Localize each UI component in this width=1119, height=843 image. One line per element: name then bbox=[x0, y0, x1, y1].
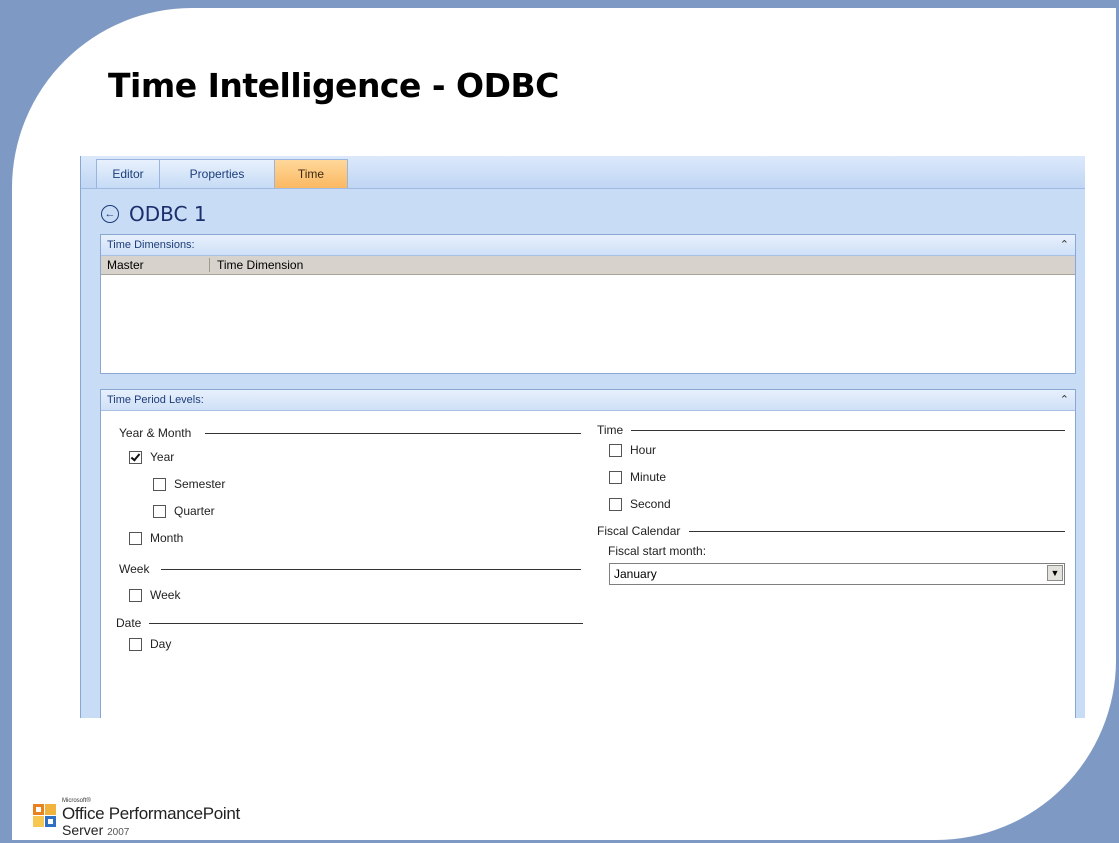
fiscal-calendar-group-label: Fiscal Calendar bbox=[597, 524, 681, 538]
day-checkbox[interactable] bbox=[129, 637, 142, 651]
group-divider bbox=[161, 569, 581, 570]
quarter-checkbox[interactable] bbox=[153, 504, 166, 518]
fiscal-start-month-select[interactable]: January ▼ bbox=[609, 563, 1065, 585]
fiscal-start-month-label: Fiscal start month: bbox=[608, 544, 707, 558]
week-label: Week bbox=[150, 588, 181, 602]
tab-properties[interactable]: Properties bbox=[159, 159, 275, 188]
back-arrow-icon[interactable]: ← bbox=[101, 205, 119, 223]
minute-option[interactable]: Minute bbox=[609, 470, 666, 484]
time-dimensions-header: Time Dimensions: ⌃ bbox=[101, 235, 1075, 256]
month-option[interactable]: Month bbox=[129, 531, 183, 545]
logo-product-text: Office PerformancePoint bbox=[62, 804, 240, 823]
year-label: Year bbox=[150, 450, 175, 464]
month-checkbox[interactable] bbox=[129, 531, 142, 545]
hour-label: Hour bbox=[630, 443, 657, 457]
logo-edition-text: Server bbox=[62, 822, 104, 838]
column-separator bbox=[209, 258, 210, 272]
year-checkbox[interactable] bbox=[129, 450, 142, 464]
year-option[interactable]: Year bbox=[129, 450, 174, 464]
office-logo-icon bbox=[33, 804, 56, 827]
second-option[interactable]: Second bbox=[609, 497, 671, 511]
semester-label: Semester bbox=[174, 477, 226, 491]
group-divider bbox=[149, 623, 583, 624]
column-time-dimension[interactable]: Time Dimension bbox=[217, 256, 303, 274]
logo-edition: Server 2007 bbox=[62, 822, 129, 838]
time-group-label: Time bbox=[597, 423, 624, 437]
hour-option[interactable]: Hour bbox=[609, 443, 656, 457]
group-divider bbox=[631, 430, 1065, 431]
second-label: Second bbox=[630, 497, 671, 511]
fiscal-start-month-value: January bbox=[614, 567, 657, 581]
slide: Time Intelligence - ODBC Editor Properti… bbox=[12, 8, 1116, 840]
month-label: Month bbox=[150, 531, 184, 545]
second-checkbox[interactable] bbox=[609, 497, 622, 511]
semester-option[interactable]: Semester bbox=[153, 477, 225, 491]
hour-checkbox[interactable] bbox=[609, 443, 622, 457]
slide-title: Time Intelligence - ODBC bbox=[108, 66, 559, 105]
time-dimensions-title: Time Dimensions: bbox=[107, 239, 195, 251]
object-name: ODBC 1 bbox=[129, 202, 207, 226]
dropdown-arrow-icon[interactable]: ▼ bbox=[1047, 565, 1063, 581]
day-option[interactable]: Day bbox=[129, 637, 171, 651]
column-master[interactable]: Master bbox=[107, 256, 144, 274]
minute-label: Minute bbox=[630, 470, 667, 484]
logo-year-text: 2007 bbox=[107, 827, 130, 838]
quarter-option[interactable]: Quarter bbox=[153, 504, 215, 518]
date-group-label: Date bbox=[116, 616, 142, 630]
tab-bar: Editor Properties Time bbox=[81, 156, 1085, 189]
year-month-group-label: Year & Month bbox=[119, 426, 192, 440]
time-dimensions-panel: Time Dimensions: ⌃ Master Time Dimension bbox=[100, 234, 1076, 374]
time-period-levels-panel: Time Period Levels: ⌃ Year & Month Year … bbox=[100, 389, 1076, 718]
minute-checkbox[interactable] bbox=[609, 470, 622, 484]
object-header: ← ODBC 1 bbox=[101, 200, 207, 228]
tab-time[interactable]: Time bbox=[274, 159, 348, 188]
tab-editor[interactable]: Editor bbox=[96, 159, 160, 188]
quarter-label: Quarter bbox=[174, 504, 215, 518]
group-divider bbox=[205, 433, 581, 434]
week-group-label: Week bbox=[119, 562, 150, 576]
app-window: Editor Properties Time ← ODBC 1 Time Dim… bbox=[80, 156, 1085, 718]
week-option[interactable]: Week bbox=[129, 588, 180, 602]
day-label: Day bbox=[150, 637, 172, 651]
time-period-levels-title: Time Period Levels: bbox=[107, 394, 204, 406]
week-checkbox[interactable] bbox=[129, 588, 142, 602]
semester-checkbox[interactable] bbox=[153, 477, 166, 491]
time-period-levels-header: Time Period Levels: ⌃ bbox=[101, 390, 1075, 411]
group-divider bbox=[689, 531, 1065, 532]
time-dimensions-grid-header: Master Time Dimension bbox=[101, 256, 1075, 275]
collapse-icon[interactable]: ⌃ bbox=[1060, 235, 1069, 255]
collapse-icon[interactable]: ⌃ bbox=[1060, 390, 1069, 410]
